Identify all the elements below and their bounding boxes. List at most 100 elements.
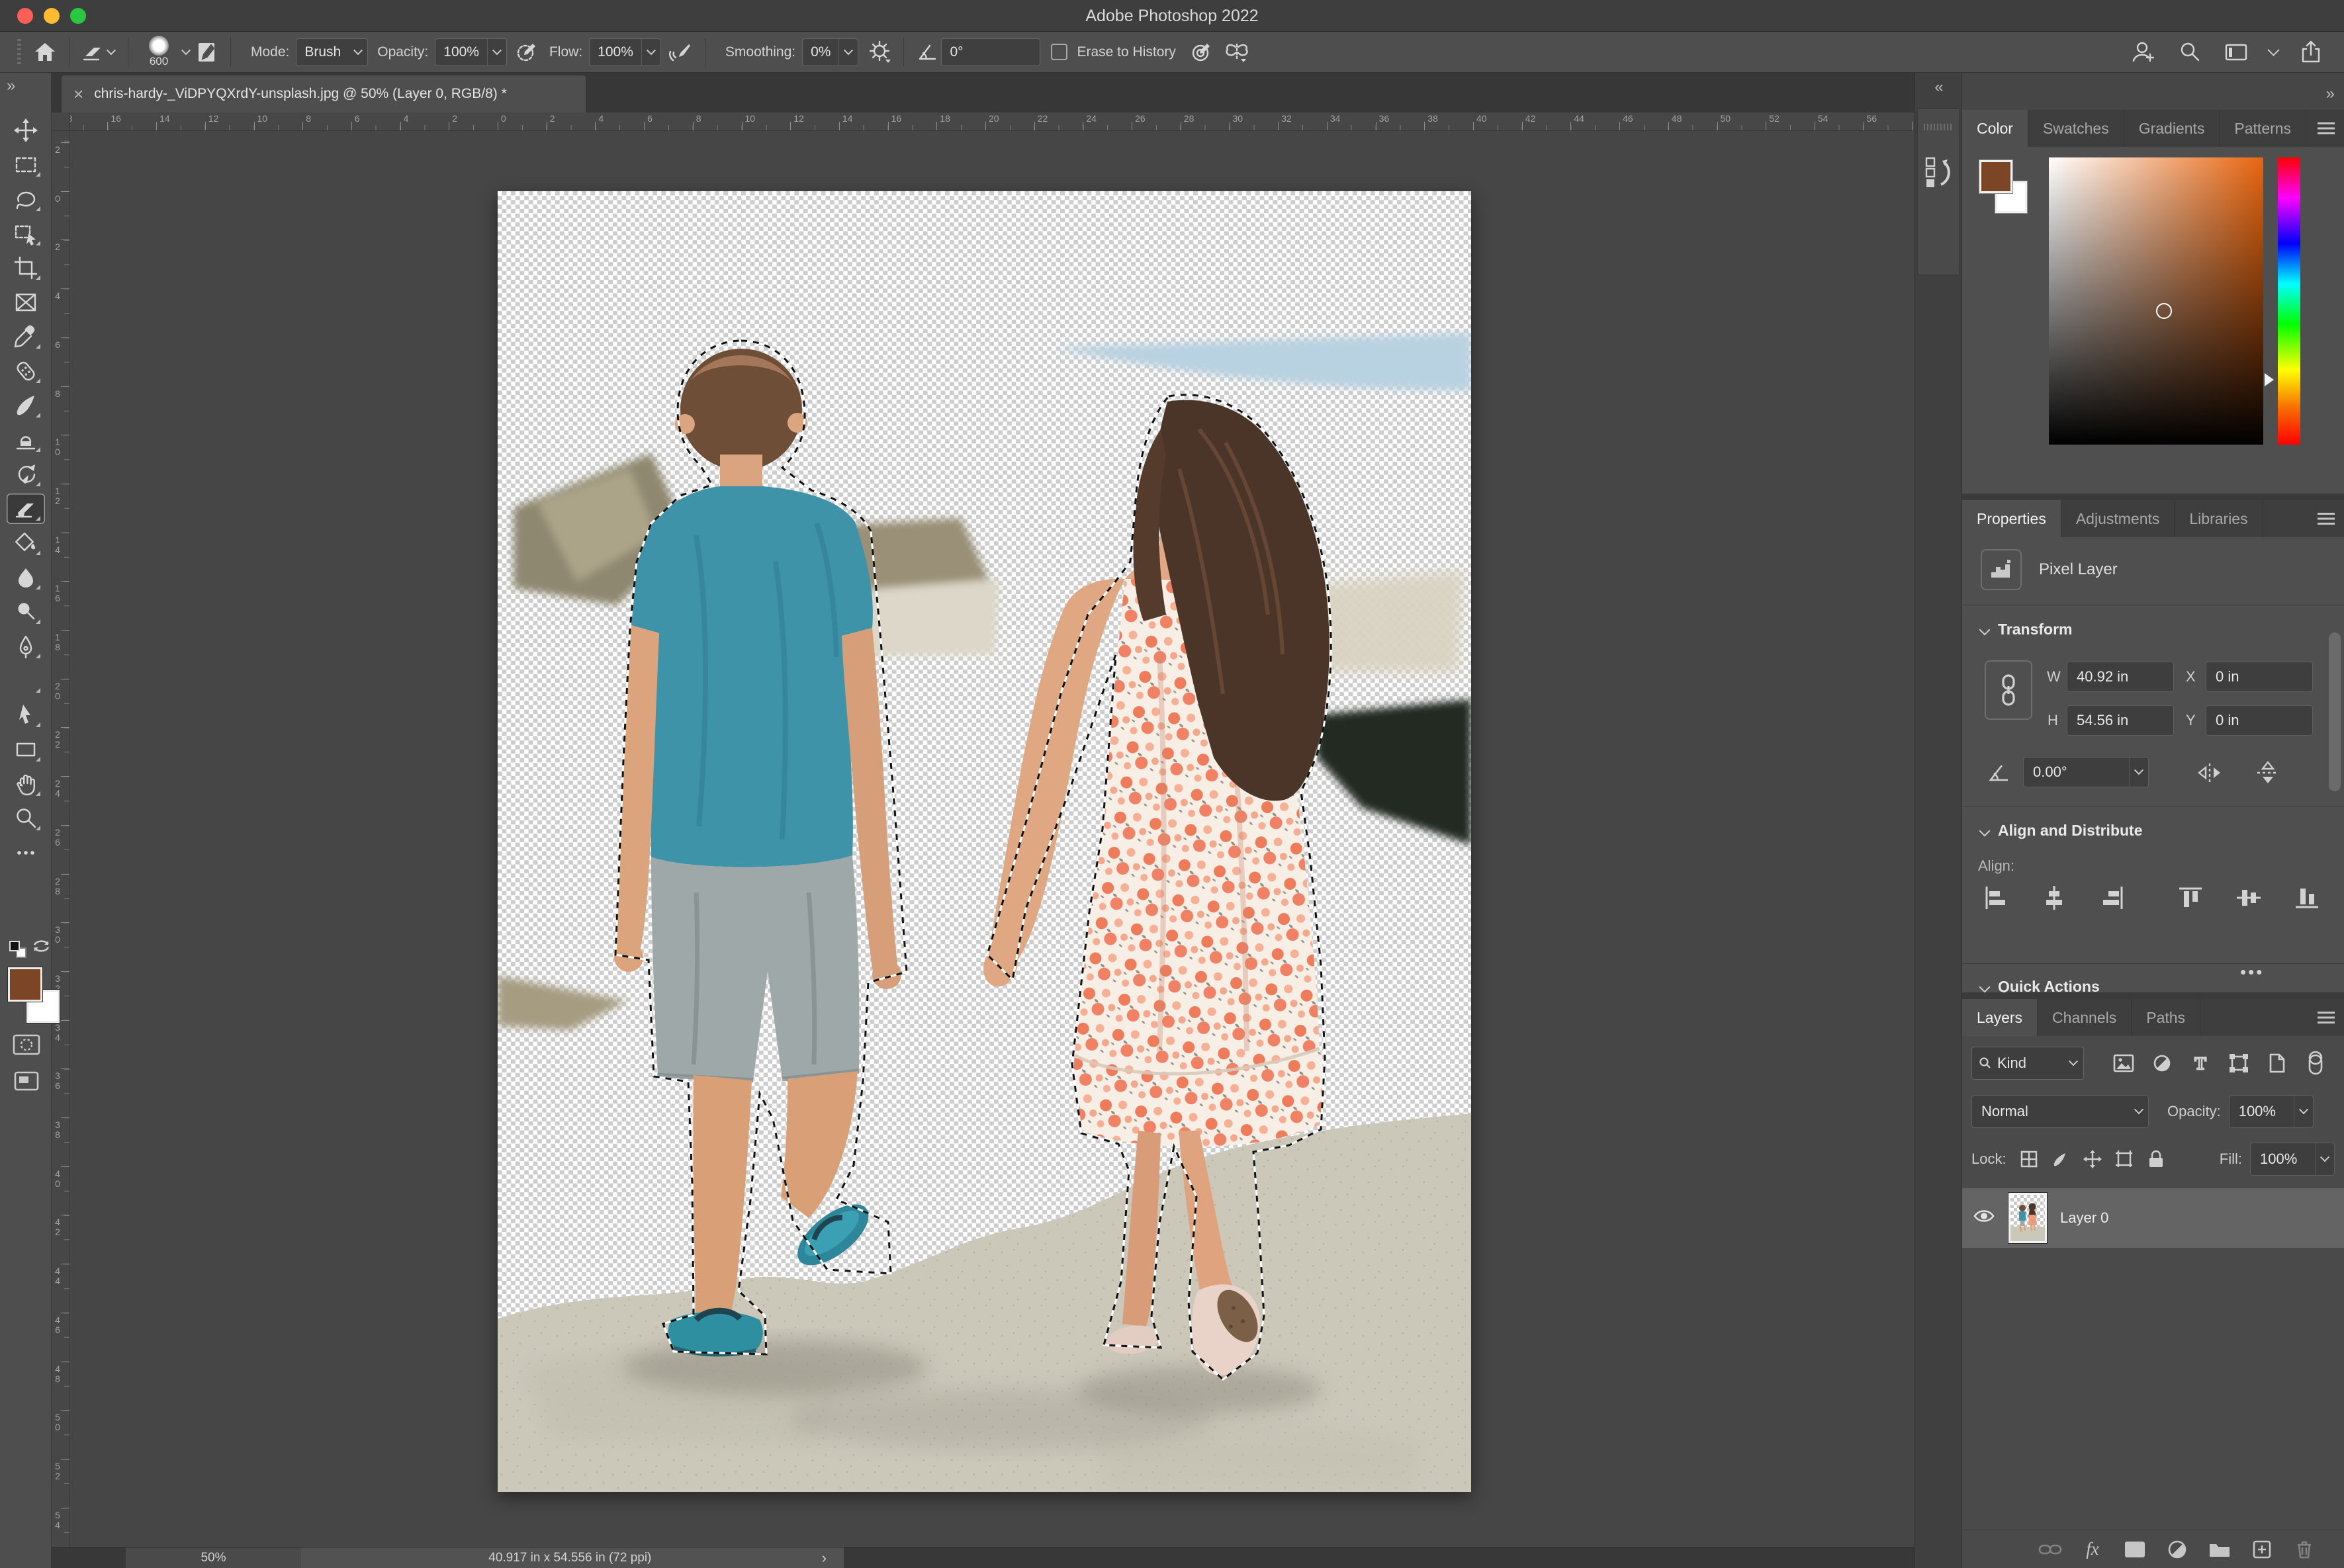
panel-menu-icon[interactable] <box>2318 1012 2335 1024</box>
tab-swatches[interactable]: Swatches <box>2028 110 2124 147</box>
align-right-edges-icon[interactable] <box>2098 884 2126 916</box>
airbrush-icon[interactable] <box>668 39 694 65</box>
tool-move[interactable] <box>7 115 45 146</box>
hue-slider[interactable] <box>2278 157 2300 445</box>
tool-lasso[interactable] <box>7 184 45 214</box>
align-vertical-centers-icon[interactable] <box>2235 884 2263 916</box>
rotation-field[interactable]: 0.00° <box>2023 757 2149 787</box>
vertical-ruler[interactable]: 2024681012141618202224262830323436384042… <box>52 131 70 1547</box>
align-left-edges-icon[interactable] <box>1982 884 2010 916</box>
mode-dropdown[interactable]: Brush <box>296 38 369 66</box>
tool-spot-healing-brush[interactable] <box>7 356 45 386</box>
lock-pixels-icon[interactable] <box>2045 1143 2077 1175</box>
expand-panels-chevrons[interactable]: » <box>2326 85 2335 103</box>
tool-hand[interactable] <box>7 769 45 799</box>
foreground-color-swatch[interactable] <box>7 967 43 1002</box>
swap-colors-icon[interactable] <box>32 938 52 960</box>
tool-crop[interactable] <box>7 253 45 283</box>
height-field[interactable]: 54.56 in <box>2067 705 2174 736</box>
tool-brush[interactable] <box>7 390 45 421</box>
layer-thumbnail[interactable] <box>2008 1192 2048 1244</box>
collapse-panels-chevrons[interactable]: « <box>1915 78 1961 97</box>
status-chevron-icon[interactable]: › <box>822 1549 827 1567</box>
flow-dropdown[interactable]: 100% <box>589 38 661 66</box>
flip-vertical-icon[interactable] <box>2253 760 2282 790</box>
delete-layer-trash-icon[interactable] <box>2291 1536 2318 1563</box>
tool-preset-chevron-icon[interactable] <box>106 45 116 55</box>
blend-mode-dropdown[interactable]: Normal <box>1971 1095 2149 1128</box>
new-adjustment-layer-icon[interactable] <box>2164 1536 2190 1563</box>
layers-opacity-dropdown[interactable]: 100% <box>2228 1095 2314 1128</box>
eraser-tool-preset-icon[interactable] <box>80 39 107 65</box>
tool-gradient[interactable] <box>7 528 45 558</box>
pressure-size-icon[interactable] <box>1188 39 1214 65</box>
workspace-chevron-icon[interactable] <box>2267 44 2280 56</box>
lock-position-icon[interactable] <box>2077 1143 2108 1175</box>
tool-clone-stamp[interactable] <box>7 425 45 455</box>
symmetry-butterfly-icon[interactable] <box>1224 39 1250 65</box>
document-tab[interactable]: × chris-hardy-_ViDPYQXrdY-unsplash.jpg @… <box>62 75 586 112</box>
panel-menu-icon[interactable] <box>2318 122 2335 134</box>
tab-libraries[interactable]: Libraries <box>2175 500 2263 537</box>
new-group-folder-icon[interactable] <box>2206 1536 2233 1563</box>
tool-dodge[interactable] <box>7 597 45 627</box>
layer-filter-kind-dropdown[interactable]: Kind <box>1971 1047 2084 1080</box>
filter-shape-layers-icon[interactable] <box>2220 1047 2258 1080</box>
filter-type-layers-icon[interactable]: T <box>2181 1047 2220 1080</box>
home-icon[interactable] <box>32 39 58 65</box>
toolbar-expand-chevrons[interactable]: » <box>0 77 52 95</box>
tool-frame[interactable] <box>7 287 45 318</box>
tool-edit-toolbar[interactable] <box>7 838 45 868</box>
flip-horizontal-icon[interactable] <box>2195 760 2224 790</box>
collapse-align-icon[interactable] <box>1979 825 1991 836</box>
filter-smart-objects-icon[interactable] <box>2258 1047 2296 1080</box>
tab-close-icon[interactable]: × <box>73 84 83 105</box>
layer-effects-fx-icon[interactable]: fx <box>2079 1536 2106 1563</box>
filter-pixel-layers-icon[interactable] <box>2104 1047 2143 1080</box>
tool-rectangular-marquee[interactable] <box>7 150 45 180</box>
erase-to-history-checkbox[interactable] <box>1051 44 1068 60</box>
brush-preset-picker[interactable]: 600 <box>140 36 177 68</box>
lock-transparency-icon[interactable] <box>2013 1143 2045 1175</box>
tab-color[interactable]: Color <box>1962 110 2028 147</box>
panel-menu-icon[interactable] <box>2318 513 2335 525</box>
align-more-options[interactable]: ••• <box>2240 962 2264 982</box>
color-cursor-ring[interactable] <box>2156 303 2172 319</box>
document-canvas[interactable] <box>498 191 1471 1492</box>
tab-channels[interactable]: Channels <box>2038 999 2132 1036</box>
pressure-opacity-icon[interactable] <box>514 39 540 65</box>
tab-layers[interactable]: Layers <box>1962 999 2038 1036</box>
tab-gradients[interactable]: Gradients <box>2124 110 2220 147</box>
panel-foreground-swatch[interactable] <box>1979 159 2013 194</box>
tool-eyedropper[interactable] <box>7 322 45 352</box>
ruler-corner[interactable] <box>52 112 70 131</box>
tab-paths[interactable]: Paths <box>2132 999 2201 1036</box>
search-icon[interactable] <box>2177 39 2203 65</box>
link-dimensions-button[interactable] <box>1985 660 2032 720</box>
new-layer-icon[interactable] <box>2249 1536 2275 1563</box>
brush-settings-panel-icon[interactable] <box>193 39 220 65</box>
share-for-review-icon[interactable] <box>2130 39 2157 65</box>
tool-type[interactable]: T <box>7 666 45 696</box>
tool-history-brush[interactable] <box>7 459 45 490</box>
tab-properties[interactable]: Properties <box>1962 500 2061 537</box>
fill-dropdown[interactable]: 100% <box>2250 1143 2335 1176</box>
share-export-icon[interactable] <box>2298 39 2324 65</box>
lock-all-icon[interactable] <box>2140 1143 2172 1175</box>
layer-visibility-eye-icon[interactable] <box>1973 1208 1995 1228</box>
angle-field[interactable]: 0° <box>941 38 1041 66</box>
lock-artboard-icon[interactable] <box>2108 1143 2140 1175</box>
collapse-quick-actions-icon[interactable] <box>1979 981 1991 992</box>
opacity-dropdown[interactable]: 100% <box>435 38 507 66</box>
history-panel-icon[interactable] <box>1922 155 1954 193</box>
filter-adjustment-layers-icon[interactable] <box>2143 1047 2181 1080</box>
tool-zoom[interactable] <box>7 803 45 834</box>
zoom-level-field[interactable]: 50% <box>126 1547 301 1568</box>
document-info[interactable]: 40.917 in x 54.556 in (72 ppi) › <box>301 1547 844 1568</box>
properties-scrollbar[interactable] <box>2329 632 2341 791</box>
saturation-brightness-field[interactable] <box>2049 157 2263 445</box>
default-colors-icon[interactable] <box>9 941 26 958</box>
workspace-switcher-icon[interactable] <box>2223 39 2249 65</box>
add-layer-mask-icon[interactable] <box>2122 1536 2148 1563</box>
quick-mask-mode-icon[interactable] <box>12 1033 41 1059</box>
